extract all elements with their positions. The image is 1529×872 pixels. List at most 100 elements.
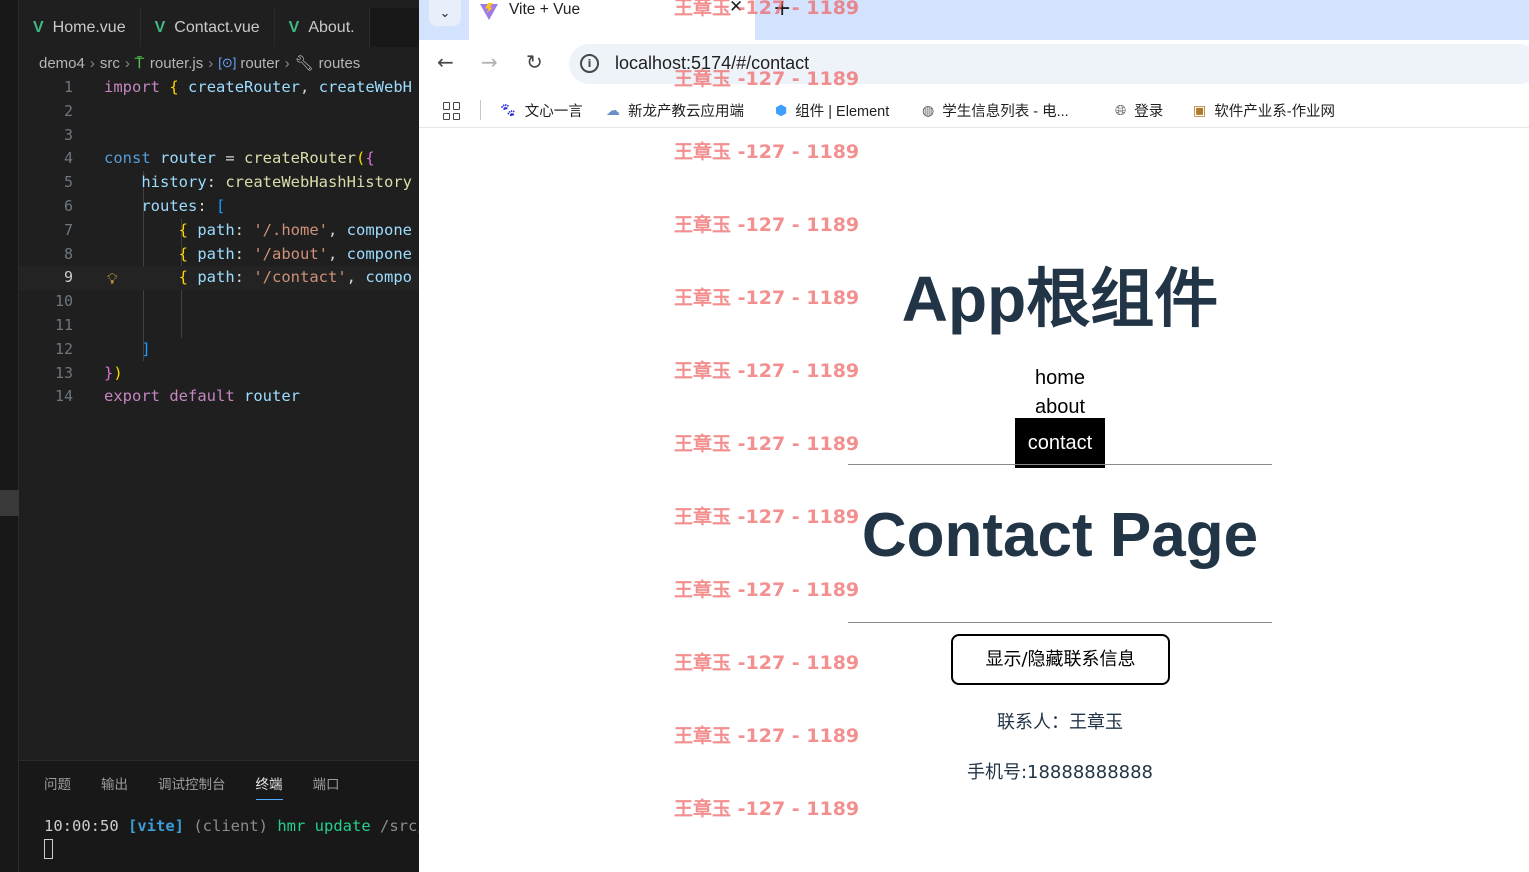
nav-link-about[interactable]: about: [419, 395, 1529, 424]
line-number: 8: [63, 244, 73, 263]
code-line: 9 💡︎ { path: '/contact', compo: [19, 266, 419, 291]
tab-title: Vite + Vue: [509, 1, 581, 18]
activity-marker: [0, 490, 19, 516]
site-info-icon[interactable]: i: [580, 54, 599, 73]
chevron-right-icon: ›: [208, 54, 214, 72]
bookmark-element[interactable]: ⬢ 组件 | Element: [775, 100, 889, 121]
reload-icon[interactable]: ↻: [526, 50, 543, 74]
code-text: { path: '/contact', compo: [178, 268, 413, 287]
watermark: 王章玉 -127 - 1189: [674, 287, 860, 309]
line-number: 14: [54, 387, 73, 406]
divider: [848, 464, 1272, 465]
breadcrumb-item[interactable]: src: [100, 55, 120, 72]
watermark: 王章玉 -127 - 1189: [674, 214, 860, 236]
code-line: 8 { path: '/about', compone: [19, 243, 419, 267]
toggle-contact-info-button[interactable]: 显示/隐藏联系信息: [951, 634, 1170, 685]
terminal-output[interactable]: 10:00:50 [vite] (client) hmr update /src…: [44, 817, 419, 835]
chevron-right-icon: ›: [284, 54, 290, 72]
divider: [848, 622, 1272, 623]
code-line: 4 const router = createRouter({: [19, 147, 419, 171]
code-line: 13}): [19, 362, 419, 386]
terminal-message: hmr update: [277, 817, 371, 835]
cloud-icon: ☁︎: [606, 102, 620, 118]
line-number: 2: [63, 101, 73, 120]
element-hex-icon: ⬢: [775, 102, 788, 118]
tab-about-vue[interactable]: V About.: [274, 8, 370, 47]
forward-arrow-icon[interactable]: →: [481, 50, 498, 74]
line-number: 12: [54, 339, 73, 358]
code-line: 11: [19, 314, 419, 338]
chevron-right-icon: ›: [124, 54, 130, 72]
watermark: 王章玉 -127 - 1189: [674, 360, 860, 382]
bookmark-label: 新龙产教云应用端: [628, 104, 744, 120]
browser-toolbar: ← → ↻ i localhost:5174/#/contact: [419, 40, 1529, 90]
tab-ports[interactable]: 端口: [313, 773, 340, 800]
code-line: 5 history: createWebHashHistory: [19, 171, 419, 195]
terminal-client: (client): [193, 817, 268, 835]
line-number: 11: [54, 315, 73, 334]
line-number: 9: [63, 268, 73, 287]
bookmark-wenxin[interactable]: 🐾︎ 文心一言: [499, 100, 583, 121]
code-text: import { createRouter, createWebH: [104, 78, 413, 96]
globe-icon: 🌐︎: [1115, 102, 1127, 118]
watermark: 王章玉 -127 - 1189: [674, 0, 860, 19]
breadcrumb-item[interactable]: routes: [319, 55, 361, 72]
site-favicon-icon: ▣: [1193, 102, 1207, 118]
bookmark-homework[interactable]: ▣ 软件产业系-作业网: [1193, 100, 1335, 121]
terminal-tag: [vite]: [128, 817, 184, 835]
breadcrumb-item[interactable]: demo4: [39, 55, 85, 72]
tab-problems[interactable]: 问题: [44, 773, 71, 800]
breadcrumb-item[interactable]: router.js: [150, 55, 203, 72]
line-number: 6: [63, 196, 73, 215]
bookmark-label: 文心一言: [524, 104, 583, 120]
activity-bar: [0, 0, 19, 872]
bookmark-login[interactable]: 🌐︎ 登录: [1115, 100, 1163, 121]
terminal-path: /src/A: [380, 817, 419, 835]
code-line: 12 ]: [19, 338, 419, 362]
wrench-icon: 🔧︎: [294, 55, 314, 72]
line-number: 10: [54, 292, 73, 311]
tab-output[interactable]: 输出: [101, 773, 128, 800]
code-text: history: createWebHashHistory: [141, 173, 412, 192]
code-text: }): [104, 363, 123, 382]
breadcrumb-item[interactable]: router: [240, 55, 279, 72]
code-text: { path: '/.home', compone: [178, 220, 412, 239]
panel-tabs: 问题 输出 调试控制台 终端 端口: [44, 773, 370, 800]
tab-debug-console[interactable]: 调试控制台: [158, 773, 226, 800]
tab-home-vue[interactable]: V Home.vue: [19, 8, 141, 47]
editor-tabs: V Home.vue V Contact.vue V About.: [19, 8, 419, 47]
breadcrumb: demo4 › src › ⍑ router.js › [⊙] router › 🔧︎ rou…: [39, 52, 360, 74]
tab-label: About.: [308, 18, 355, 36]
code-text: ]: [141, 339, 151, 358]
chevron-down-icon: ⌄: [439, 5, 451, 21]
code-line: 2: [19, 100, 419, 124]
tab-label: Home.vue: [52, 18, 126, 36]
code-area[interactable]: 1 import { createRouter, createWebH 2 3 4…: [19, 76, 419, 409]
router-nav: home about contact: [419, 366, 1529, 468]
phone-number: 手机号:18888888888: [966, 762, 1154, 783]
vue-icon: V: [288, 18, 300, 36]
code-text: routes: [: [141, 196, 226, 215]
back-arrow-icon[interactable]: ←: [437, 50, 454, 74]
nav-link-home[interactable]: home: [419, 366, 1529, 395]
code-text: { path: '/about', compone: [178, 244, 412, 263]
bookmark-label: 组件 | Element: [795, 104, 890, 120]
tab-contact-vue[interactable]: V Contact.vue: [140, 8, 275, 47]
tab-terminal[interactable]: 终端: [255, 773, 283, 800]
code-line: 1 import { createRouter, createWebH: [19, 76, 419, 100]
code-text: const router = createRouter({: [104, 149, 375, 168]
code-text: export default router: [104, 387, 301, 406]
code-line: 6 routes: [: [19, 195, 419, 219]
code-line: 7 { path: '/.home', compone: [19, 219, 419, 243]
tab-search-button[interactable]: ⌄: [429, 0, 461, 26]
nav-link-contact[interactable]: contact: [1014, 418, 1106, 468]
page-content: App根组件 home about contact Contact Page 显…: [419, 136, 1529, 872]
vue-icon: V: [33, 18, 44, 36]
bottom-panel: 问题 输出 调试控制台 终端 端口 10:00:50 [vite] (clien…: [19, 760, 419, 872]
bookmark-xinlong[interactable]: ☁︎ 新龙产教云应用端: [606, 100, 744, 121]
line-number: 13: [54, 363, 73, 382]
code-editor: V Home.vue V Contact.vue V About. demo4 › sr…: [0, 0, 419, 872]
vue-icon: V: [154, 18, 166, 36]
apps-grid-icon[interactable]: [443, 102, 461, 120]
bookmark-student-list[interactable]: ◍ 学生信息列表 - 电...: [922, 100, 1069, 121]
